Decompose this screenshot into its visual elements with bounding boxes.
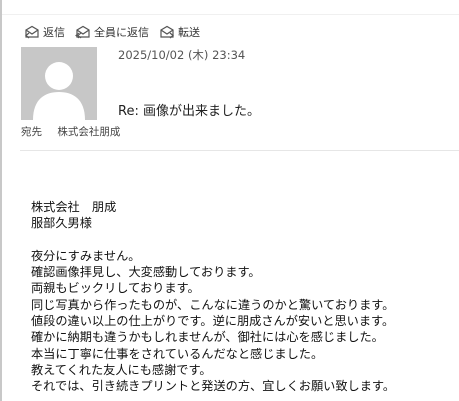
message-toolbar: 返信 全員に返信 転送 (24, 22, 200, 42)
sender-avatar (21, 47, 97, 120)
reply-all-label: 全員に返信 (94, 26, 149, 39)
top-band (0, 0, 459, 15)
body-line: それでは、引き続きプリントと発送の方、宜しくお願い致します。 (31, 379, 396, 394)
pane-left-border (0, 0, 2, 401)
reply-all-icon (75, 25, 90, 39)
message-subject: Re: 画像が出来ました。 (118, 104, 260, 119)
body-line: 同じ写真から作ったものが、こんなに違うのかと驚いております。 (31, 297, 395, 312)
body-line: 夜分にすみません。 (31, 248, 141, 263)
message-date: 2025/10/02 (木) 23:34 (118, 48, 246, 62)
body-line: 本当に丁寧に仕事をされているんだなと感じました。 (31, 346, 324, 361)
reply-all-button[interactable]: 全員に返信 (75, 24, 149, 40)
body-line: 服部久男様 (31, 216, 92, 231)
header-divider (20, 150, 459, 151)
body-line: 株式会社 朋成 (31, 200, 117, 214)
message-body: 株式会社 朋成 服部久男様 夜分にすみません。 確認画像拝見し、大変感動しており… (31, 199, 395, 395)
body-line: 確認画像拝見し、大変感動しております。 (31, 265, 261, 280)
forward-button[interactable]: 転送 (159, 24, 200, 40)
forward-icon (160, 25, 174, 39)
body-line: 両親もビックリしております。 (31, 281, 200, 296)
body-line (31, 232, 395, 248)
to-label: 宛先 (21, 126, 42, 138)
body-line: 確かに納期も違うかもしれませんが、御社には心を感じました。 (31, 330, 384, 345)
to-value[interactable]: 株式会社朋成 (57, 126, 120, 138)
body-line: 教えてくれた友人にも感謝です。 (31, 362, 212, 377)
reply-button[interactable]: 返信 (24, 24, 65, 40)
reply-icon (25, 25, 39, 39)
forward-label: 転送 (178, 26, 200, 39)
reply-label: 返信 (43, 26, 65, 39)
recipient-row: 宛先 株式会社朋成 (21, 124, 120, 139)
person-icon (33, 62, 85, 120)
body-line: 値段の違い以上の仕上がりです。逆に朋成さんが安いと思います。 (31, 314, 395, 329)
